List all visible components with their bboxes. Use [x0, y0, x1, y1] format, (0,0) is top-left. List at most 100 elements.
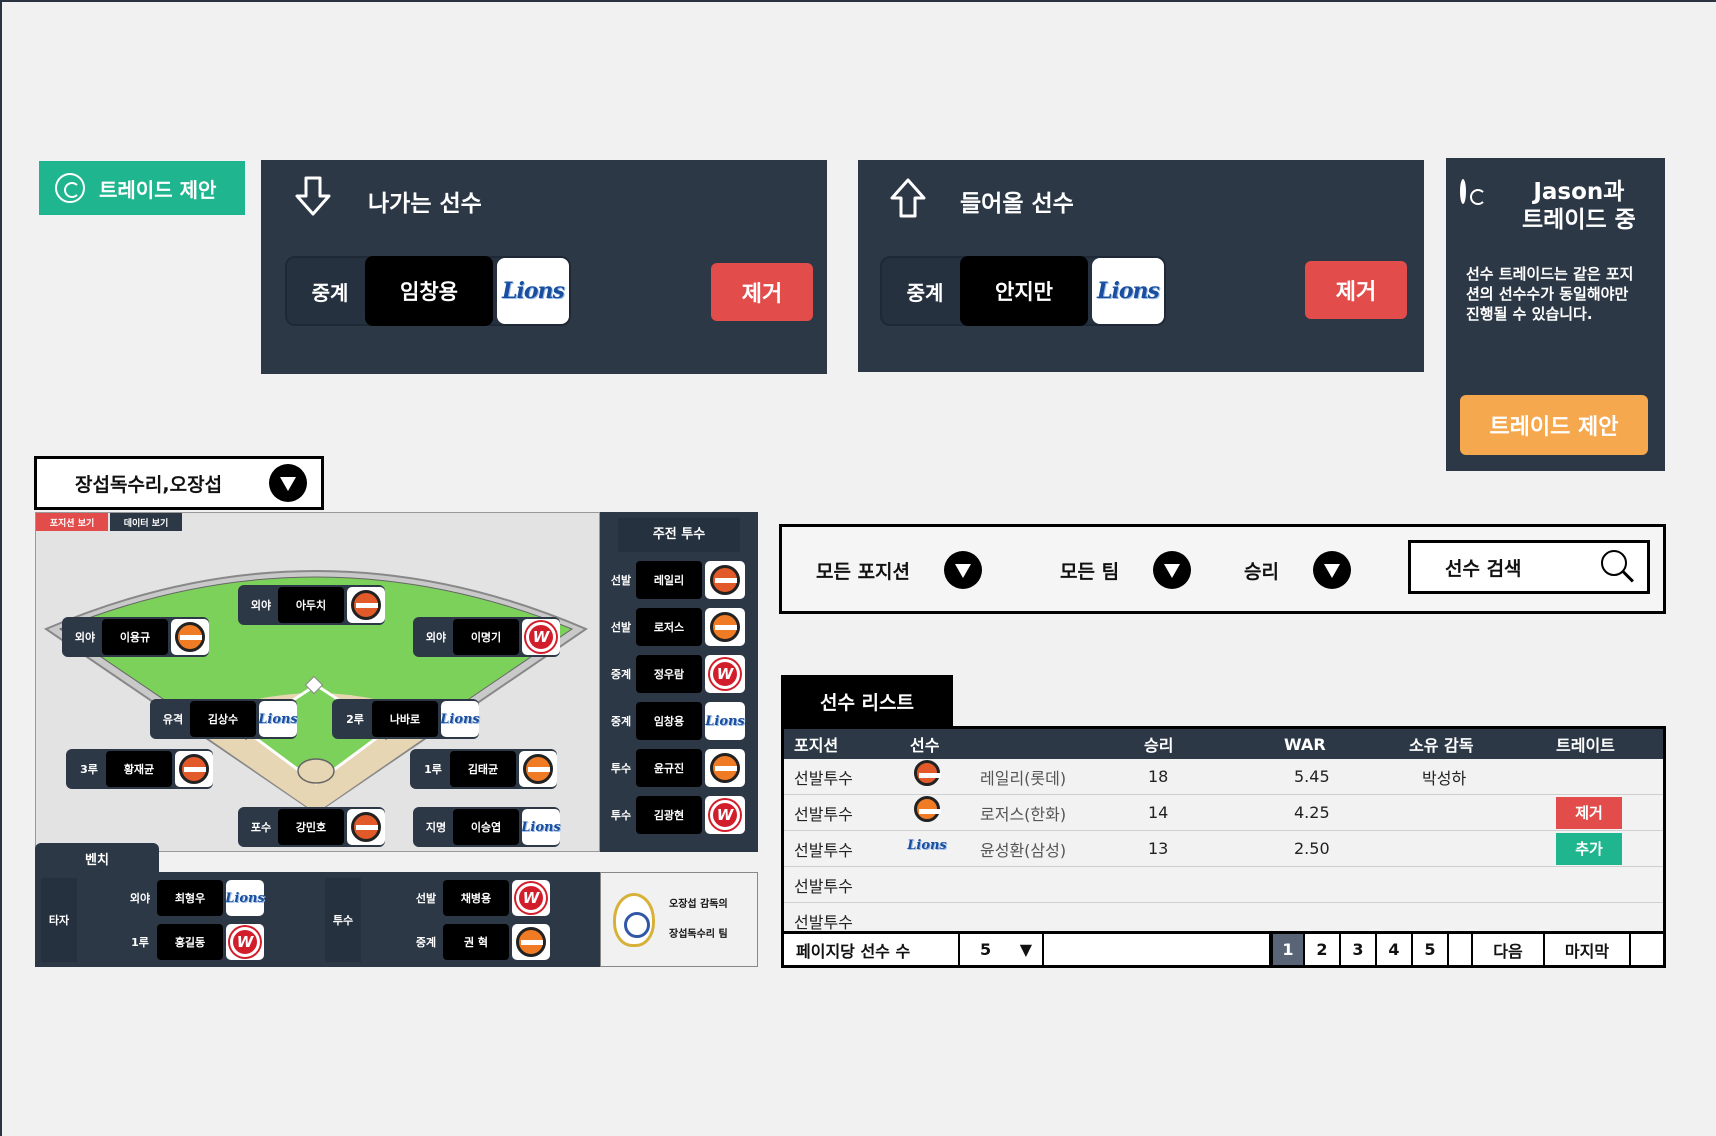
wyverns-logo-icon: W — [705, 796, 745, 834]
outgoing-title: 나가는 선수 — [368, 191, 482, 217]
incoming-player-chip[interactable]: 중계 안지만 Lions — [880, 256, 1166, 326]
wyverns-logo-icon: W — [522, 619, 560, 655]
header-owner: 소유 감독 — [1409, 736, 1474, 755]
player-name: 임창용 — [365, 256, 493, 326]
lions-logo-icon: Lions — [440, 701, 480, 737]
pitcher-row[interactable]: 투수 김광현 W — [606, 795, 745, 835]
triangle-down-icon: ▼ — [1019, 940, 1032, 959]
pager-gap — [1449, 934, 1473, 965]
giants-logo-icon — [347, 587, 385, 623]
last-page-button[interactable]: 마지막 — [1545, 934, 1631, 965]
page-3[interactable]: 3 — [1341, 934, 1377, 965]
eagles-logo-icon — [705, 749, 745, 787]
per-page-select[interactable]: 5 ▼ — [960, 934, 1044, 965]
trade-rule-description: 선수 트레이드는 같은 포지 션의 선수수가 동일해야만 진행될 수 있습니다. — [1466, 265, 1634, 323]
player-list-table: 포지션 선수 승리 WAR 소유 감독 트레이트 선발투수 레일리(롯데) 18… — [781, 726, 1666, 968]
pager-end — [1631, 934, 1663, 965]
trade-status-panel: Jason과 트레이드 중 선수 트레이드는 같은 포지 션의 선수수가 동일해… — [1446, 158, 1665, 471]
player-position: 중계 — [311, 280, 349, 305]
bench-batter[interactable]: 외야 최형우 Lions — [117, 878, 265, 918]
next-page-button[interactable]: 다음 — [1473, 934, 1545, 965]
player-position: 중계 — [906, 280, 944, 305]
chevron-down-icon — [944, 551, 983, 589]
field-player-ss[interactable]: 유격 김상수 Lions — [150, 699, 298, 739]
lions-logo-icon: Lions — [907, 837, 947, 853]
table-header: 포지션 선수 승리 WAR 소유 감독 트레이트 — [784, 729, 1663, 759]
page-4[interactable]: 4 — [1377, 934, 1413, 965]
giants-logo-icon — [705, 561, 745, 599]
pitcher-row[interactable]: 투수 윤규진 — [606, 748, 745, 788]
search-icon[interactable] — [1601, 550, 1635, 584]
eagles-logo-icon — [908, 795, 946, 823]
page-5[interactable]: 5 — [1413, 934, 1449, 965]
field-player-rf[interactable]: 외야 이명기 W — [413, 617, 560, 657]
field-player-1b[interactable]: 1루 김태균 — [410, 749, 557, 789]
eagles-logo-icon — [512, 924, 550, 960]
eagles-logo-icon — [705, 608, 745, 646]
bench-tab[interactable]: 벤치 — [35, 843, 159, 873]
trade-cycle-icon — [1460, 179, 1466, 204]
field-player-cf[interactable]: 외야 아두치 — [238, 585, 385, 625]
position-filter[interactable]: 모든 포지션 — [816, 551, 983, 589]
field-player-dh[interactable]: 지명 이승엽 Lions — [413, 807, 561, 847]
remove-trade-button[interactable]: 제거 — [1556, 796, 1622, 829]
pitcher-row[interactable]: 중계 임창용 Lions — [606, 701, 745, 741]
table-row[interactable]: 선발투수 로저스(한화) 14 4.25 제거 — [784, 795, 1663, 831]
bench-pitcher[interactable]: 중계 권 혁 — [403, 922, 550, 962]
trade-proposal-tag: 트레이드 제안 — [39, 161, 245, 215]
starting-pitchers-panel: 주전 투수 선발 레일리 선발 로저스 중계 정우람 W 중계 임창용 Lions 투수… — [600, 512, 758, 852]
batter-label: 타자 — [41, 878, 77, 962]
pagination-bar: 페이지당 선수 수 5 ▼ 1 2 3 4 5 다음 마지막 — [784, 931, 1663, 965]
pitchers-title: 주전 투수 — [618, 518, 740, 552]
outgoing-player-chip[interactable]: 중계 임창용 Lions — [285, 256, 571, 326]
bench-batter[interactable]: 1루 홍길동 W — [117, 922, 264, 962]
wyverns-logo-icon: W — [226, 924, 264, 960]
window-top-border — [0, 0, 1716, 2]
team-select-value: 장섭독수리,오장섭 — [75, 473, 223, 496]
trade-partner-title: Jason과 트레이드 중 — [1522, 179, 1636, 233]
per-page-label: 페이지당 선수 수 — [784, 934, 960, 965]
player-list-tab[interactable]: 선수 리스트 — [781, 675, 953, 727]
pitcher-row[interactable]: 중계 정우람 W — [606, 654, 745, 694]
add-trade-button[interactable]: 추가 — [1556, 832, 1622, 865]
eagles-logo-icon — [519, 751, 557, 787]
chevron-down-icon — [1153, 551, 1192, 589]
lions-logo-icon: Lions — [1092, 258, 1164, 324]
field-lineup-view: 포지션 보기 데이터 보기 외야 아두치 외야 이용규 외야 이명기 W 유격 … — [35, 512, 600, 852]
table-row[interactable]: 선발투수 — [784, 867, 1663, 903]
table-row[interactable]: 선발투수 레일리(롯데) 18 5.45 박성하 — [784, 759, 1663, 795]
field-player-3b[interactable]: 3루 황재균 — [66, 749, 213, 789]
giants-logo-icon — [347, 809, 385, 845]
pitcher-row[interactable]: 선발 로저스 — [606, 607, 745, 647]
header-position: 포지션 — [794, 736, 839, 755]
giants-logo-icon — [175, 751, 213, 787]
team-filter[interactable]: 모든 팀 — [1060, 551, 1192, 589]
outgoing-remove-button[interactable]: 제거 — [711, 263, 813, 321]
field-player-lf[interactable]: 외야 이용규 — [62, 617, 209, 657]
incoming-remove-button[interactable]: 제거 — [1305, 261, 1407, 319]
table-row[interactable]: 선발투수 Lions 윤성환(삼성) 13 2.50 추가 — [784, 831, 1663, 867]
field-player-2b[interactable]: 2루 나바로 Lions — [332, 699, 480, 739]
field-player-c[interactable]: 포수 강민호 — [238, 807, 385, 847]
incoming-player-panel: 들어올 선수 중계 안지만 Lions 제거 — [858, 160, 1424, 372]
page-1[interactable]: 1 — [1271, 934, 1305, 965]
player-name: 안지만 — [960, 256, 1088, 326]
team-crest-icon — [613, 892, 655, 947]
eagles-logo-icon — [171, 619, 209, 655]
lions-logo-icon: Lions — [258, 701, 298, 737]
pitcher-label: 투수 — [325, 878, 361, 962]
wyverns-logo-icon: W — [512, 880, 550, 916]
header-wins: 승리 — [1144, 736, 1174, 755]
trade-propose-button[interactable]: 트레이드 제안 — [1460, 395, 1648, 455]
lions-logo-icon: Lions — [225, 880, 265, 916]
pitcher-row[interactable]: 선발 레일리 — [606, 560, 745, 600]
incoming-title: 들어올 선수 — [960, 191, 1074, 217]
search-placeholder: 선수 검색 — [1445, 557, 1522, 580]
bench-pitcher[interactable]: 선발 채병용 W — [403, 878, 550, 918]
team-select-dropdown[interactable]: 장섭독수리,오장섭 — [34, 456, 324, 510]
coach-team-card: 오장섭 감독의 장섭독수리 팀 — [600, 872, 758, 967]
player-search-input[interactable]: 선수 검색 — [1408, 540, 1650, 594]
page-2[interactable]: 2 — [1305, 934, 1341, 965]
tag-label: 트레이드 제안 — [99, 177, 217, 202]
sort-filter[interactable]: 승리 — [1244, 551, 1351, 589]
